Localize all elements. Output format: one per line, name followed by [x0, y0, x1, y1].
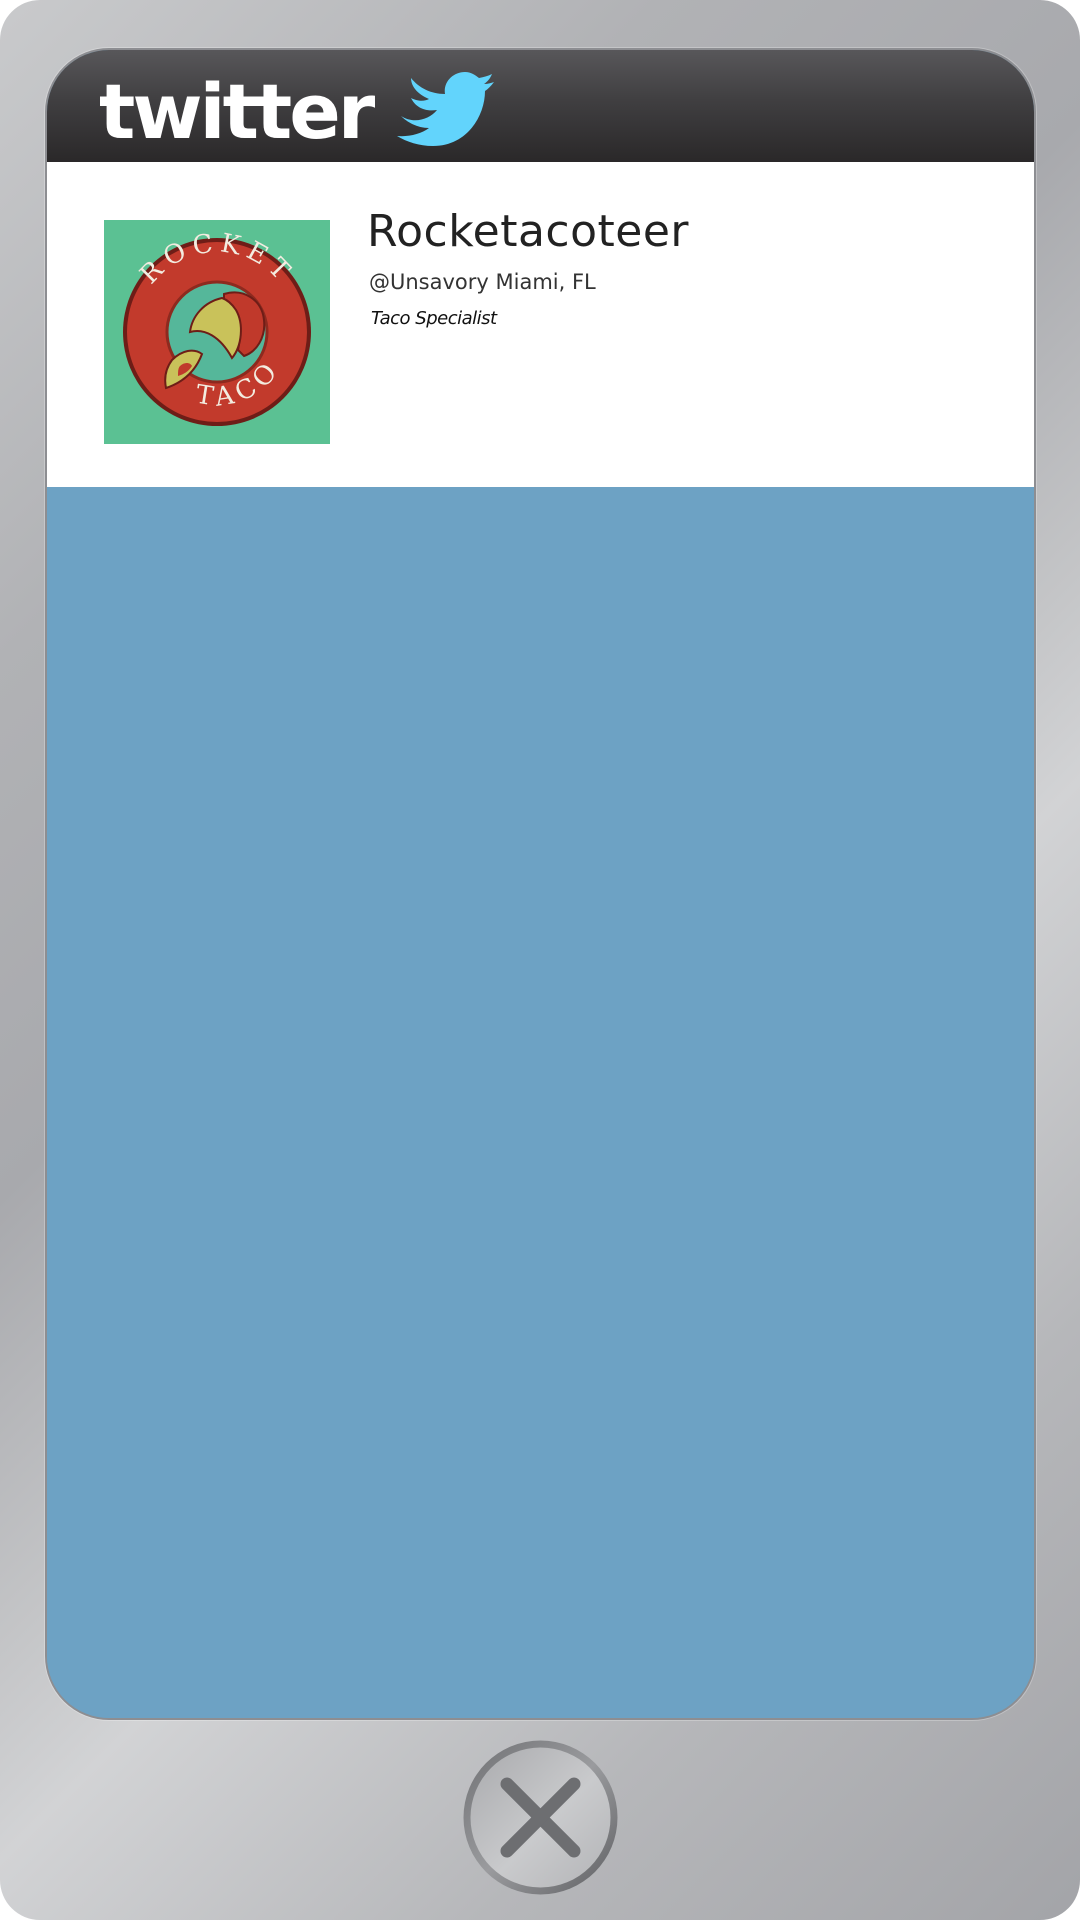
twitter-bird-icon — [397, 72, 494, 146]
avatar[interactable]: ROCKET TACO — [104, 220, 330, 444]
app-header: twitter — [47, 50, 1034, 162]
profile-bio: Taco Specialist — [371, 308, 497, 329]
close-button[interactable] — [462, 1739, 619, 1896]
twitter-logo: twitter — [99, 68, 494, 152]
tweet-feed[interactable] — [47, 487, 1034, 1718]
logo-text: twitter — [99, 68, 376, 152]
profile-card: ROCKET TACO Rocketacoteer @Unsavory Miam… — [47, 162, 1034, 487]
profile-name: Rocketacoteer — [367, 206, 689, 257]
app-screen: twitter ROCKET TACO Rocketacoteer @Unsav… — [45, 48, 1036, 1720]
close-icon — [463, 1740, 618, 1895]
profile-handle-location: @Unsavory Miami, FL — [369, 270, 596, 294]
device-frame: twitter ROCKET TACO Rocketacoteer @Unsav… — [0, 0, 1080, 1920]
rocket-taco-logo: ROCKET TACO — [123, 228, 311, 426]
